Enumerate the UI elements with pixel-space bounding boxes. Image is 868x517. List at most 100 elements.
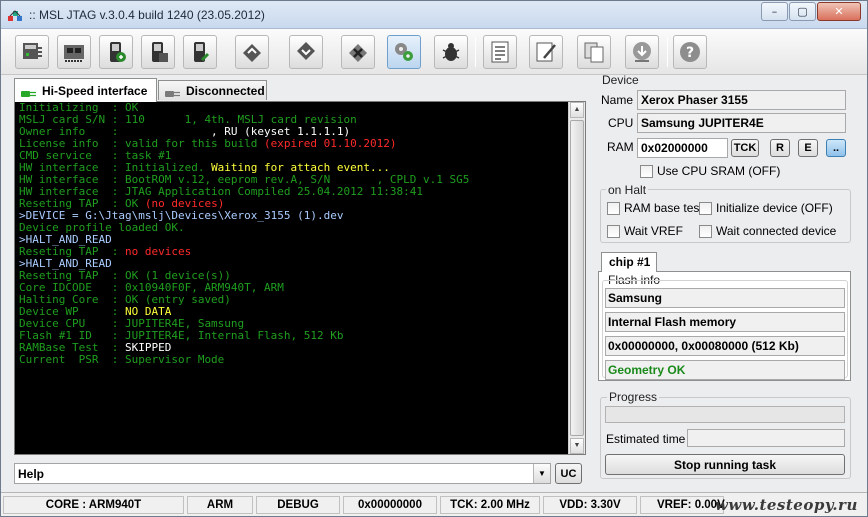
tab-hispeed-label: Hi-Speed interface (42, 83, 148, 98)
console-line: Owner info : , RU (keyset 1.1.1.1) (19, 126, 565, 138)
console-line: Device CPU : JUPITER4E, Samsung (19, 318, 565, 330)
r-button[interactable]: R (770, 139, 790, 157)
checkbox-box (699, 224, 712, 238)
svg-text:?: ? (686, 45, 694, 61)
estimated-time-label: Estimated time : (606, 432, 693, 446)
console-line-value: NO DATA (124, 306, 172, 318)
toolbar-button-chip-x[interactable] (341, 35, 375, 69)
help-value: Help (18, 467, 45, 481)
console-line: HW interface : Initialized. Waiting for … (19, 162, 565, 174)
ram-base-test-label: RAM base test (624, 201, 703, 215)
flash-type-field: Internal Flash memory (605, 312, 845, 332)
tck-button[interactable]: TCK (731, 139, 759, 157)
cpu-label: CPU : (608, 116, 641, 130)
toolbar-button-read[interactable] (99, 35, 133, 69)
toolbar-button-chip-up[interactable] (235, 35, 269, 69)
scroll-thumb[interactable] (570, 120, 584, 436)
toolbar-button-settings[interactable] (387, 35, 421, 69)
toolbar-button-board[interactable] (57, 35, 91, 69)
on-halt-label: on Halt (606, 183, 649, 197)
toolbar-button-jtag[interactable] (15, 35, 49, 69)
notepad-edit-icon (536, 42, 556, 62)
progress-bar (605, 406, 845, 423)
console-line-value: task #1 (124, 150, 172, 162)
name-label: Name : (601, 93, 640, 107)
console-line: HW interface : BootROM v.12, eeprom rev.… (19, 174, 565, 186)
phone-write-icon (152, 42, 168, 62)
console-line-value: , RU (keyset 1.1.1.1) (124, 126, 351, 138)
checkbox-box (607, 224, 620, 238)
console-line-value: Supervisor Mode (124, 354, 225, 366)
console-line-label: HW interface : (19, 186, 125, 198)
console-line: Current PSR : Supervisor Mode (19, 354, 565, 366)
toolbar-button-debug[interactable] (434, 35, 468, 69)
console-line-label: CMD service : (19, 150, 125, 162)
uc-button[interactable]: UC (555, 463, 582, 484)
scroll-up-icon[interactable]: ▲ (570, 102, 584, 118)
wait-vref-checkbox[interactable]: Wait VREF (607, 224, 683, 238)
console-line: >HALT_AND_READ (19, 234, 565, 246)
status-core: CORE : ARM940T (3, 496, 184, 514)
console-log[interactable]: Initializing : OK MSLJ card S/N : 110 1, … (14, 101, 586, 455)
status-arch: ARM (187, 496, 253, 514)
console-line-label: Owner info : (19, 126, 125, 138)
ram-base-test-checkbox[interactable]: RAM base test (607, 201, 703, 215)
progress-label: Progress (607, 390, 660, 404)
console-scrollbar[interactable]: ▲ ▼ (568, 102, 585, 454)
scroll-down-icon[interactable]: ▼ (570, 438, 584, 454)
flash-range-field: 0x00000000, 0x00080000 (512 Kb) (605, 336, 845, 356)
tab-hispeed-interface[interactable]: Hi-Speed interface (14, 78, 157, 102)
close-button[interactable]: ✕ (817, 2, 861, 21)
ram-address-input[interactable]: 0x02000000 (637, 138, 728, 158)
maximize-button[interactable]: ▢ (789, 2, 816, 21)
console-line-label: MSLJ card S/N : (19, 114, 125, 126)
chevron-down-icon[interactable]: ▼ (533, 464, 550, 483)
wait-connected-label: Wait connected device (716, 224, 837, 238)
console-line-value: 0x10940F0F, ARM940T, ARM (124, 282, 284, 294)
tab-chip-1[interactable]: chip #1 (601, 252, 657, 272)
toolbar-button-erase[interactable] (183, 35, 217, 69)
console-line-value: valid for this build (124, 138, 265, 150)
wait-connected-checkbox[interactable]: Wait connected device (699, 224, 836, 238)
console-line-value: JUPITER4E, Samsung (124, 318, 245, 330)
console-line: Halting Core : OK (entry saved) (19, 294, 565, 306)
initialize-device-checkbox[interactable]: Initialize device (OFF) (699, 201, 833, 215)
window-title: :: MSL JTAG v.3.0.4 build 1240 (23.05.20… (29, 8, 265, 22)
toolbar-button-update[interactable] (625, 35, 659, 69)
console-line-label: HW interface : (19, 174, 125, 186)
window-controls: – ▢ ✕ (760, 2, 861, 21)
checkbox-box (607, 201, 620, 215)
console-line-extra: (no devices) (144, 198, 225, 210)
console-line-value: >HALT_AND_READ (19, 258, 112, 270)
app-icon (8, 10, 22, 21)
toolbar-button-chip-down[interactable] (289, 35, 323, 69)
more-button[interactable]: .. (826, 139, 846, 157)
console-line-value: BootROM v.12, eeprom rev.A, S/N , CPLD v… (124, 174, 470, 186)
help-combobox[interactable]: Help ▼ (14, 463, 551, 484)
phone-read-icon (110, 42, 126, 62)
toolbar-button-copy[interactable] (577, 35, 611, 69)
e-button[interactable]: E (798, 139, 818, 157)
toolbar-button-help[interactable]: ? (673, 35, 707, 69)
stop-running-task-button[interactable]: Stop running task (605, 454, 845, 475)
toolbar-button-write[interactable] (141, 35, 175, 69)
status-address: 0x00000000 (343, 496, 437, 514)
flash-manufacturer-field: Samsung (605, 288, 845, 308)
console-line: Reseting TAP : OK (1 device(s)) (19, 270, 565, 282)
checkbox-box (699, 201, 712, 215)
wait-vref-label: Wait VREF (624, 224, 683, 238)
console-line-value: no devices (124, 246, 192, 258)
device-name-field[interactable]: Xerox Phaser 3155 (637, 90, 846, 110)
cpu-field[interactable]: Samsung JUPITER4E (637, 113, 846, 133)
use-cpu-sram-checkbox[interactable]: Use CPU SRAM (OFF) (640, 164, 780, 178)
status-vdd: VDD: 3.30V (543, 496, 637, 514)
toolbar-button-log[interactable] (483, 35, 517, 69)
plug-connected-icon (21, 87, 37, 97)
console-line: Flash #1 ID : JUPITER4E, Internal Flash,… (19, 330, 565, 342)
toolbar-button-notes[interactable] (529, 35, 563, 69)
console-line-label: License info : (19, 138, 125, 150)
tab-disconnected[interactable]: Disconnected (158, 80, 267, 100)
main-toolbar: ? (1, 29, 867, 75)
console-line: Device WP : NO DATA (19, 306, 565, 318)
minimize-button[interactable]: – (761, 2, 788, 21)
